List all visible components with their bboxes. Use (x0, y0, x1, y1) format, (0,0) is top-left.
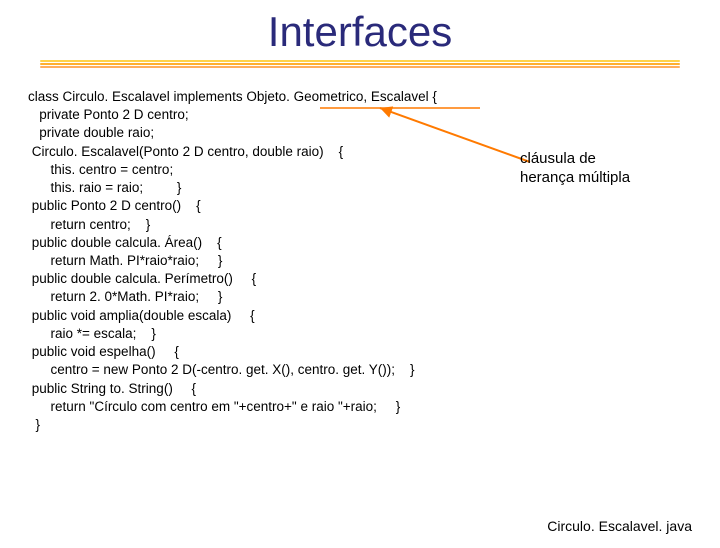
annotation-label: cláusula de herança múltipla (520, 150, 630, 188)
annotation-line-1: cláusula de (520, 150, 596, 167)
annotation-line-2: herança múltipla (520, 169, 630, 186)
title-underline (40, 60, 680, 70)
source-filename: Circulo. Escalavel. java (547, 518, 692, 534)
code-block: class Circulo. Escalavel implements Obje… (28, 88, 692, 434)
slide-content: class Circulo. Escalavel implements Obje… (0, 88, 720, 434)
slide-title: Interfaces (0, 8, 720, 56)
